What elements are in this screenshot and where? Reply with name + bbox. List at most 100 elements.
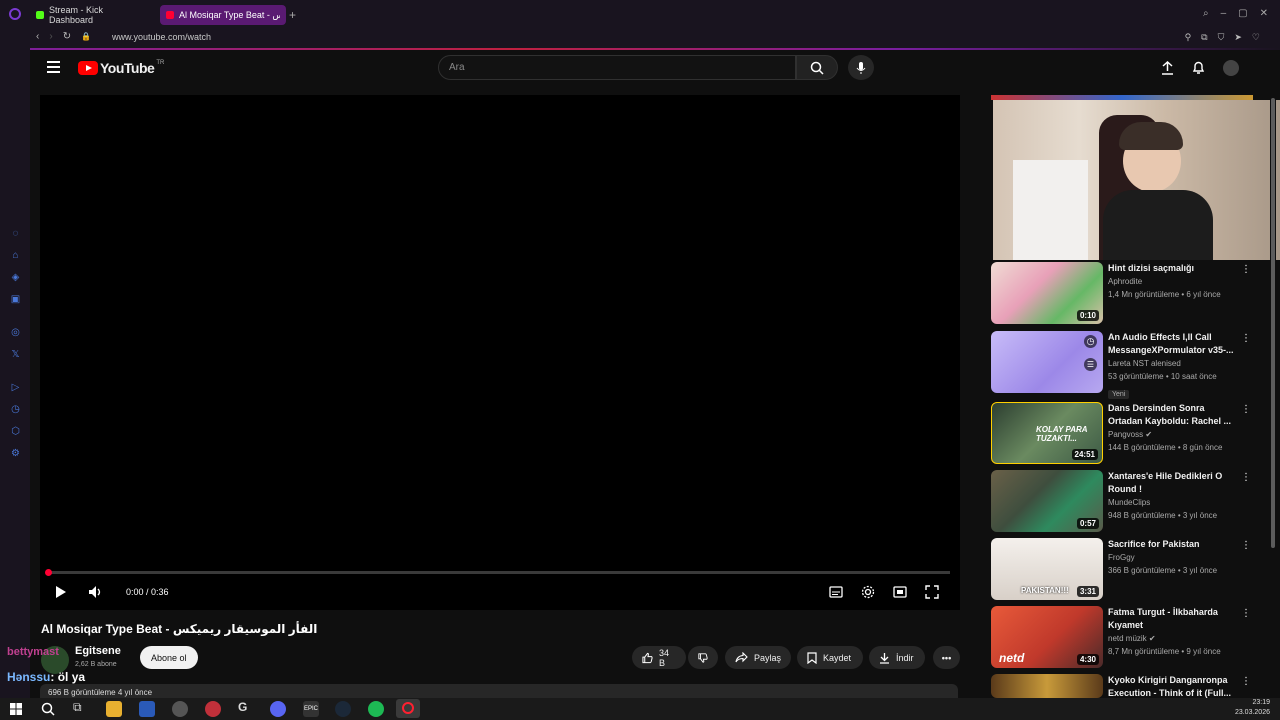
wallet-icon[interactable]: ◈: [10, 272, 21, 283]
subtitles-icon[interactable]: [829, 586, 843, 598]
tab-youtube-video[interactable]: Al Mosiqar Type Beat - ريمكس: [160, 5, 286, 25]
progress-scrubber[interactable]: [45, 569, 52, 576]
rec-title[interactable]: Hint dizisi saçmalığı: [1108, 262, 1238, 275]
settings-icon[interactable]: ⚙: [10, 448, 21, 459]
rec-channel[interactable]: Aphrodite: [1108, 275, 1238, 288]
messenger-icon[interactable]: ▣: [10, 294, 21, 305]
new-tab-button[interactable]: +: [289, 8, 296, 22]
search-tabs-icon[interactable]: ⌕: [1203, 8, 1209, 19]
heart-icon[interactable]: ♡: [1252, 32, 1260, 43]
save-button[interactable]: Kaydet: [797, 646, 863, 669]
subscribe-button[interactable]: Abone ol: [140, 646, 198, 669]
notifications-bell-icon[interactable]: [1192, 61, 1205, 75]
list-item[interactable]: 0:10 Hint dizisi saçmalığı Aphrodite 1,4 M…: [991, 262, 1261, 324]
description-box[interactable]: 696 B görüntüleme 4 yıl önce: [40, 684, 958, 698]
x-icon[interactable]: 𝕏: [10, 349, 21, 360]
reload-icon[interactable]: ↻: [63, 31, 71, 42]
upload-icon[interactable]: [1161, 61, 1174, 75]
video-player[interactable]: [40, 95, 960, 610]
rec-channel[interactable]: Pangvoss ✔: [1108, 428, 1238, 441]
active-app-highlight[interactable]: [396, 699, 420, 718]
list-item[interactable]: KOLAY PARA TUZAKTI... 24:51 Dans Dersind…: [991, 402, 1261, 464]
list-item[interactable]: netd 4:30 Fatma Turgut - İlkbaharda Kıya…: [991, 606, 1261, 668]
spotify-icon[interactable]: [368, 701, 384, 717]
list-item[interactable]: 0:57 Xantares'e Hile Dedikleri O Round !…: [991, 470, 1261, 532]
dislike-button[interactable]: [688, 646, 718, 669]
menu-icon[interactable]: [47, 61, 60, 73]
video-thumbnail[interactable]: [991, 674, 1103, 698]
youtube-logo[interactable]: YouTube TR: [78, 60, 164, 76]
url-field[interactable]: www.youtube.com/watch: [112, 32, 211, 42]
obs-icon[interactable]: [172, 701, 188, 717]
avatar[interactable]: [1223, 60, 1239, 76]
list-item[interactable]: ◷ ☰ An Audio Effects I,II Call MessangeX…: [991, 331, 1261, 399]
file-explorer-icon[interactable]: [106, 701, 122, 717]
share-button[interactable]: Paylaş: [725, 646, 791, 669]
back-icon[interactable]: ‹: [36, 31, 39, 42]
task-view-icon[interactable]: ⧉: [73, 700, 82, 715]
app-icon[interactable]: [139, 701, 155, 717]
rec-title[interactable]: Sacrifice for Pakistan: [1108, 538, 1238, 551]
taskbar-search-icon[interactable]: [41, 702, 55, 716]
settings-gear-icon[interactable]: [861, 585, 875, 599]
play-icon[interactable]: [55, 585, 67, 599]
voice-search-button[interactable]: [848, 55, 874, 80]
more-actions-button[interactable]: •••: [933, 646, 960, 669]
rec-title[interactable]: Dans Dersinden Sonra Ortadan Kayboldu: R…: [1108, 402, 1238, 428]
more-options-icon[interactable]: ⋮: [1241, 404, 1251, 415]
more-options-icon[interactable]: ⋮: [1241, 333, 1251, 344]
history-icon[interactable]: ◷: [10, 404, 21, 415]
shield-icon[interactable]: ⛉: [1218, 32, 1225, 43]
forward-icon[interactable]: ›: [49, 31, 52, 42]
more-options-icon[interactable]: ⋮: [1241, 264, 1251, 275]
rec-title[interactable]: Xantares'e Hile Dedikleri O Round !: [1108, 470, 1238, 496]
channel-name[interactable]: Egitsene: [75, 645, 121, 657]
close-icon[interactable]: ✕: [1260, 8, 1268, 19]
like-button[interactable]: 34 B: [632, 646, 686, 669]
more-options-icon[interactable]: ⋮: [1241, 472, 1251, 483]
add-to-queue-icon[interactable]: ☰: [1084, 358, 1097, 371]
video-thumbnail[interactable]: netd 4:30: [991, 606, 1103, 668]
more-options-icon[interactable]: ⋮: [1241, 676, 1251, 687]
video-thumbnail[interactable]: PAKISTAN!!! 3:31: [991, 538, 1103, 600]
rec-channel[interactable]: netd müzik ✔: [1108, 632, 1238, 645]
video-thumbnail[interactable]: 0:10: [991, 262, 1103, 324]
volume-icon[interactable]: [88, 585, 104, 599]
list-item[interactable]: PAKISTAN!!! 3:31 Sacrifice for Pakistan F…: [991, 538, 1261, 600]
rec-title[interactable]: Fatma Turgut - İlkbaharda Kıyamet: [1108, 606, 1238, 632]
windows-start-icon[interactable]: [10, 703, 22, 715]
app-icon[interactable]: G: [238, 700, 247, 714]
fullscreen-icon[interactable]: [925, 585, 939, 599]
download-button[interactable]: İndir: [869, 646, 925, 669]
search-input[interactable]: Ara: [438, 55, 796, 80]
rec-channel[interactable]: MundeClips: [1108, 496, 1238, 509]
system-clock[interactable]: 23:19 23.03.2026: [1235, 698, 1270, 718]
player-icon[interactable]: ▷: [10, 382, 21, 393]
watch-later-icon[interactable]: ◷: [1084, 335, 1097, 348]
snapshot-icon[interactable]: ⧉: [1201, 32, 1207, 43]
video-thumbnail[interactable]: KOLAY PARA TUZAKTI... 24:51: [991, 402, 1103, 464]
opera-gx-icon[interactable]: [205, 701, 221, 717]
pin-icon[interactable]: ⚲: [1185, 32, 1192, 43]
aria-icon[interactable]: ◌: [10, 228, 21, 239]
tab-kick-dashboard[interactable]: Stream - Kick Dashboard: [30, 5, 152, 25]
opera-logo-icon[interactable]: [9, 8, 21, 20]
video-thumbnail[interactable]: 0:57: [991, 470, 1103, 532]
epic-games-icon[interactable]: EPIC: [303, 701, 319, 717]
video-thumbnail[interactable]: ◷ ☰: [991, 331, 1103, 393]
search-button[interactable]: [796, 55, 838, 80]
instagram-icon[interactable]: ◎: [10, 327, 21, 338]
maximize-icon[interactable]: ▢: [1238, 8, 1247, 19]
rec-title[interactable]: An Audio Effects I,II Call MessangeXPorm…: [1108, 331, 1238, 357]
rec-title[interactable]: Kyoko Kirigiri Danganronpa Execution - T…: [1108, 674, 1238, 698]
more-options-icon[interactable]: ⋮: [1241, 608, 1251, 619]
discord-icon[interactable]: [270, 701, 286, 717]
shopping-icon[interactable]: ⌂: [10, 250, 21, 261]
theater-mode-icon[interactable]: [893, 586, 907, 598]
list-item[interactable]: Kyoko Kirigiri Danganronpa Execution - T…: [991, 674, 1261, 698]
extensions-icon[interactable]: ⬡: [10, 426, 21, 437]
rec-channel[interactable]: FroGgy: [1108, 551, 1238, 564]
more-options-icon[interactable]: ⋮: [1241, 540, 1251, 551]
progress-bar[interactable]: [48, 571, 950, 574]
minimize-icon[interactable]: –: [1221, 8, 1227, 19]
